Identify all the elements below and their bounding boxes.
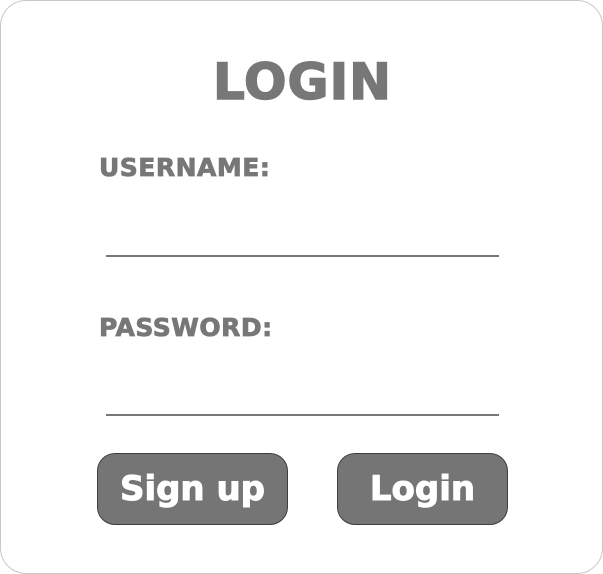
login-title: LOGIN — [212, 52, 393, 112]
password-input[interactable] — [106, 382, 499, 416]
sign-up-button[interactable]: Sign up — [97, 453, 288, 525]
username-input[interactable] — [106, 223, 499, 257]
password-label: PASSWORD: — [99, 313, 273, 343]
login-button[interactable]: Login — [337, 453, 508, 525]
username-label: USERNAME: — [99, 153, 271, 183]
login-card: LOGIN USERNAME: PASSWORD: Sign up Login — [0, 0, 603, 574]
